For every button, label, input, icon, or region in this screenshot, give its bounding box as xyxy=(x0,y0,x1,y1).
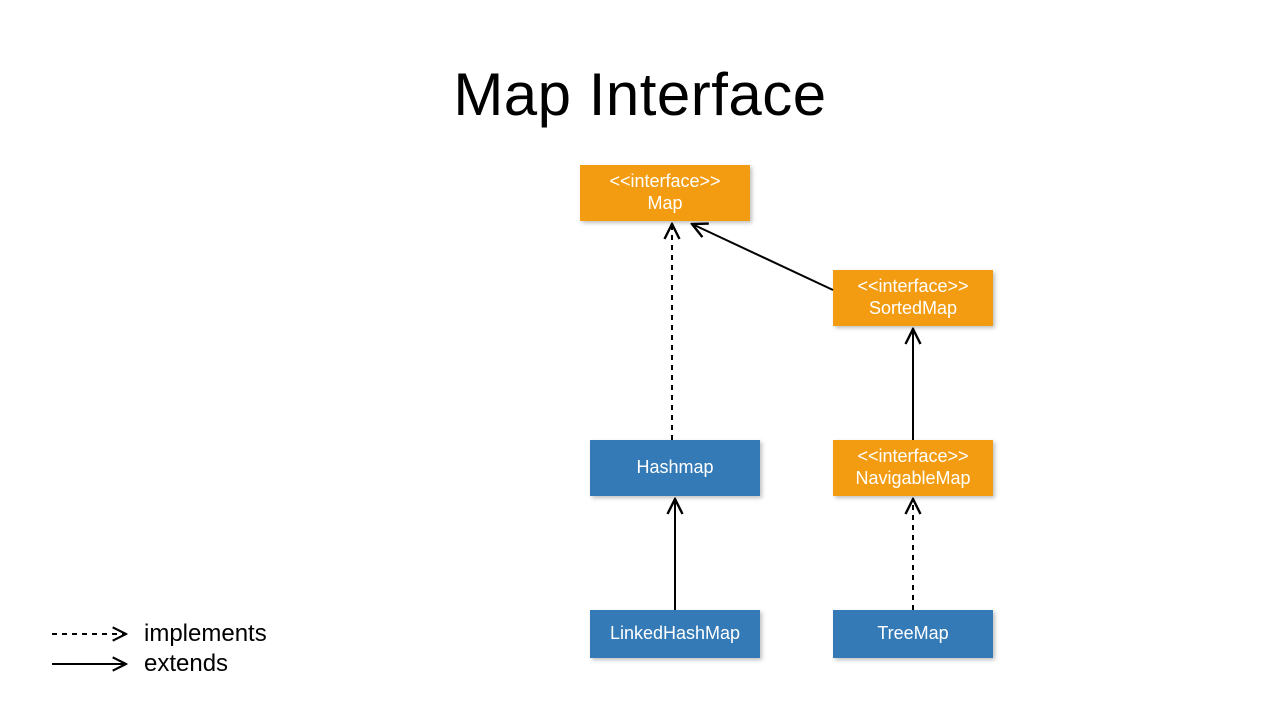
legend-arrow-implements xyxy=(50,625,130,643)
node-treemap: TreeMap xyxy=(833,610,993,658)
node-label: TreeMap xyxy=(877,623,948,645)
node-label: Map xyxy=(647,193,682,215)
legend-label-extends: extends xyxy=(144,650,228,678)
node-hashmap: Hashmap xyxy=(590,440,760,496)
node-map: <<interface>> Map xyxy=(580,165,750,221)
node-navigablemap: <<interface>> NavigableMap xyxy=(833,440,993,496)
legend-label-implements: implements xyxy=(144,620,267,648)
node-sortedmap: <<interface>> SortedMap xyxy=(833,270,993,326)
stereotype-label: <<interface>> xyxy=(609,171,720,193)
node-label: Hashmap xyxy=(636,457,713,479)
legend-arrow-extends xyxy=(50,655,130,673)
node-label: SortedMap xyxy=(869,298,957,320)
legend-row-implements: implements xyxy=(50,620,267,648)
diagram-title: Map Interface xyxy=(0,60,1280,129)
stereotype-label: <<interface>> xyxy=(857,446,968,468)
legend: implements extends xyxy=(50,618,267,680)
stereotype-label: <<interface>> xyxy=(857,276,968,298)
legend-row-extends: extends xyxy=(50,650,267,678)
node-linkedhashmap: LinkedHashMap xyxy=(590,610,760,658)
node-label: NavigableMap xyxy=(855,468,970,490)
edge-sortedmap-map xyxy=(692,224,833,290)
node-label: LinkedHashMap xyxy=(610,623,740,645)
